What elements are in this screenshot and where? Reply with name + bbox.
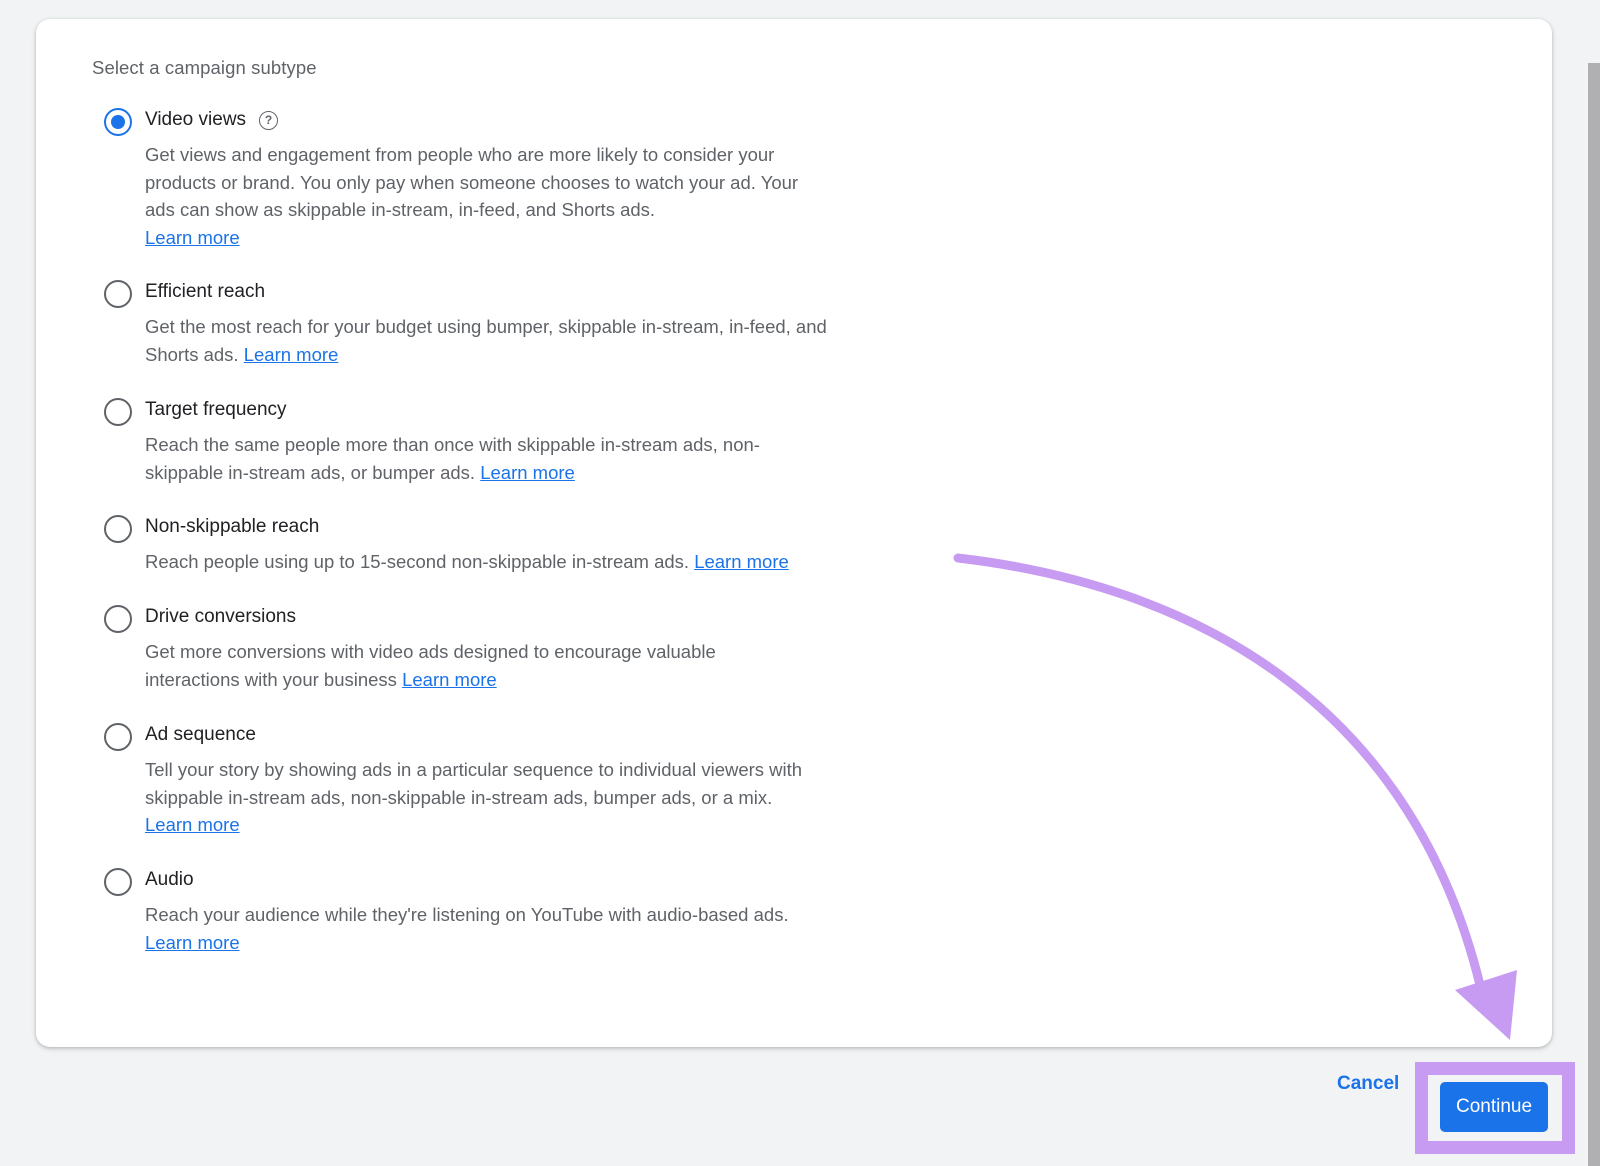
option-label: Target frequency xyxy=(145,399,287,420)
option-description: Tell your story by showing ads in a part… xyxy=(145,759,803,808)
learn-more-link[interactable]: Learn more xyxy=(402,669,497,690)
section-title: Select a campaign subtype xyxy=(92,57,317,78)
option-label: Drive conversions xyxy=(145,606,296,627)
option-description: Reach the same people more than once wit… xyxy=(145,434,760,483)
learn-more-link[interactable]: Learn more xyxy=(244,344,339,365)
option-label: Non-skippable reach xyxy=(145,516,320,537)
learn-more-link[interactable]: Learn more xyxy=(145,932,240,953)
radio-non-skippable-reach[interactable] xyxy=(104,515,132,543)
learn-more-link[interactable]: Learn more xyxy=(145,227,240,248)
learn-more-link[interactable]: Learn more xyxy=(480,462,575,483)
option-description: Get views and engagement from people who… xyxy=(145,144,799,220)
continue-button[interactable]: Continue xyxy=(1440,1082,1548,1132)
radio-ad-sequence[interactable] xyxy=(104,723,132,751)
option-description: Reach people using up to 15-second non-s… xyxy=(145,551,690,572)
option-label: Efficient reach xyxy=(145,281,266,302)
cancel-button[interactable]: Cancel xyxy=(1337,1073,1399,1095)
radio-dot xyxy=(111,115,125,129)
option-label: Ad sequence xyxy=(145,724,256,745)
help-icon[interactable]: ? xyxy=(259,110,279,130)
campaign-subtype-card: Select a campaign subtype Video views ? … xyxy=(36,19,1552,1047)
option-label: Video views xyxy=(145,109,247,130)
radio-efficient-reach[interactable] xyxy=(104,280,132,308)
radio-target-frequency[interactable] xyxy=(104,398,132,426)
radio-audio[interactable] xyxy=(104,868,132,896)
learn-more-link[interactable]: Learn more xyxy=(694,551,789,572)
option-label: Audio xyxy=(145,869,194,890)
radio-drive-conversions[interactable] xyxy=(104,605,132,633)
option-description: Reach your audience while they're listen… xyxy=(145,904,789,925)
learn-more-link[interactable]: Learn more xyxy=(145,814,240,835)
radio-video-views[interactable] xyxy=(104,108,132,136)
scrollbar-thumb[interactable] xyxy=(1588,63,1600,1166)
